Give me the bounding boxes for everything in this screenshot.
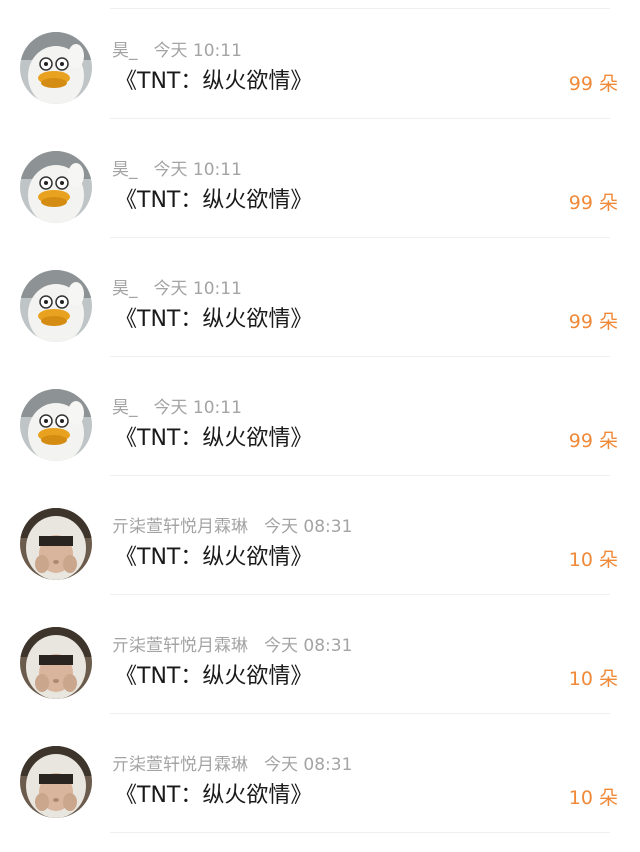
record-meta: 亓柒萱轩悦月霖琳 今天 08:31 — [112, 754, 352, 776]
hooded-person-avatar-icon[interactable] — [20, 746, 92, 818]
gift-count: 99 朵 — [568, 192, 618, 214]
sender-name[interactable]: 亓柒萱轩悦月霖琳 — [112, 755, 248, 775]
sender-name[interactable]: 昊_ — [112, 398, 138, 418]
gift-record-row[interactable]: 亓柒萱轩悦月霖琳 今天 08:31 《TNT：纵火欲情》 10 朵 — [0, 595, 640, 714]
duck-avatar-icon[interactable] — [20, 389, 92, 461]
gift-title: 《TNT：纵火欲情》 — [115, 783, 313, 808]
record-meta: 昊_ 今天 10:11 — [112, 278, 242, 300]
sender-name[interactable]: 昊_ — [112, 279, 138, 299]
gift-count: 10 朵 — [568, 668, 618, 690]
record-meta: 昊_ 今天 10:11 — [112, 40, 242, 62]
duck-avatar-icon[interactable] — [20, 32, 92, 104]
gift-count: 10 朵 — [568, 549, 618, 571]
gift-record-row[interactable]: 昊_ 今天 10:11 《TNT：纵火欲情》 99 朵 — [0, 238, 640, 357]
gift-record-row[interactable]: 昊_ 今天 10:11 《TNT：纵火欲情》 99 朵 — [0, 119, 640, 238]
sender-name[interactable]: 亓柒萱轩悦月霖琳 — [112, 636, 248, 656]
record-meta: 亓柒萱轩悦月霖琳 今天 08:31 — [112, 635, 352, 657]
sender-name[interactable]: 亓柒萱轩悦月霖琳 — [112, 517, 248, 537]
record-time: 今天 10:11 — [153, 279, 242, 299]
record-time: 今天 08:31 — [264, 636, 353, 656]
record-time: 今天 08:31 — [264, 517, 353, 537]
gift-title: 《TNT：纵火欲情》 — [115, 69, 313, 94]
gift-record-row[interactable]: 昊_ 今天 10:11 《TNT：纵火欲情》 99 朵 — [0, 0, 640, 119]
gift-count: 99 朵 — [568, 311, 618, 333]
duck-avatar-icon[interactable] — [20, 151, 92, 223]
record-meta: 昊_ 今天 10:11 — [112, 397, 242, 419]
record-time: 今天 10:11 — [153, 398, 242, 418]
record-time: 今天 08:31 — [264, 755, 353, 775]
gift-title: 《TNT：纵火欲情》 — [115, 188, 313, 213]
record-meta: 亓柒萱轩悦月霖琳 今天 08:31 — [112, 516, 352, 538]
duck-avatar-icon[interactable] — [20, 270, 92, 342]
record-time: 今天 10:11 — [153, 41, 242, 61]
gift-record-row[interactable]: 亓柒萱轩悦月霖琳 今天 08:31 《TNT：纵火欲情》 10 朵 — [0, 476, 640, 595]
gift-title: 《TNT：纵火欲情》 — [115, 545, 313, 570]
hooded-person-avatar-icon[interactable] — [20, 627, 92, 699]
gift-title: 《TNT：纵火欲情》 — [115, 426, 313, 451]
hooded-person-avatar-icon[interactable] — [20, 508, 92, 580]
row-divider — [110, 832, 610, 833]
sender-name[interactable]: 昊_ — [112, 41, 138, 61]
gift-title: 《TNT：纵火欲情》 — [115, 664, 313, 689]
gift-count: 10 朵 — [568, 787, 618, 809]
record-meta: 昊_ 今天 10:11 — [112, 159, 242, 181]
gift-record-row[interactable]: 昊_ 今天 10:11 《TNT：纵火欲情》 99 朵 — [0, 357, 640, 476]
gift-title: 《TNT：纵火欲情》 — [115, 307, 313, 332]
record-time: 今天 10:11 — [153, 160, 242, 180]
gift-count: 99 朵 — [568, 73, 618, 95]
gift-record-row[interactable]: 亓柒萱轩悦月霖琳 今天 08:31 《TNT：纵火欲情》 10 朵 — [0, 714, 640, 833]
gift-count: 99 朵 — [568, 430, 618, 452]
sender-name[interactable]: 昊_ — [112, 160, 138, 180]
